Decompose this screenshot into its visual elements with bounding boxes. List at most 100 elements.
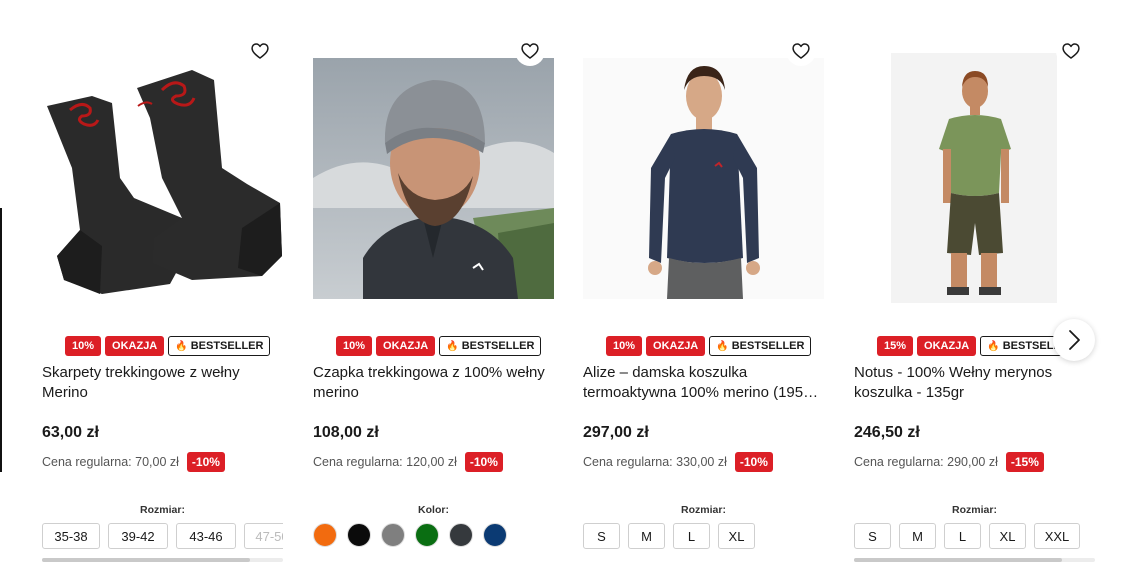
price-discount-badge: -10%: [734, 452, 773, 472]
size-selector: S M L XL XXL: [854, 523, 1095, 549]
size-selector: S M L XL: [583, 523, 824, 549]
product-image-tshirt: [891, 53, 1057, 303]
deal-badge: OKAZJA: [376, 336, 436, 356]
favorite-button[interactable]: [515, 36, 545, 66]
options-scrollbar[interactable]: [854, 558, 1095, 562]
product-image[interactable]: [891, 53, 1057, 303]
options-scrollbar[interactable]: [42, 558, 283, 562]
price-discount-badge: -10%: [464, 452, 503, 472]
chevron-right-icon: [1069, 330, 1080, 350]
product-price: 297,00 zł: [583, 424, 649, 441]
heart-outline-icon: [521, 43, 539, 59]
color-selector: [313, 523, 507, 547]
scrollbar-thumb[interactable]: [42, 558, 250, 562]
flame-icon: 🔥: [175, 340, 188, 352]
size-option[interactable]: 39-42: [108, 523, 168, 549]
option-label: Rozmiar:: [681, 504, 726, 516]
color-swatch[interactable]: [415, 523, 439, 547]
size-option[interactable]: XL: [989, 523, 1026, 549]
badge-label: BESTSELLER: [461, 340, 535, 352]
discount-badge: 10%: [606, 336, 643, 356]
product-title[interactable]: Skarpety trekkingowe z wełny Merino: [42, 363, 283, 403]
scrollbar-thumb[interactable]: [854, 558, 1062, 562]
badge-row: 10% OKAZJA 🔥 BESTSELLER: [336, 336, 542, 356]
size-option[interactable]: S: [854, 523, 891, 549]
regular-price-row: Cena regularna: 330,00 zł -10%: [583, 452, 773, 472]
product-card[interactable]: 10% OKAZJA 🔥 BESTSELLER Skarpety trekkingowe…: [42, 0, 283, 586]
color-swatch[interactable]: [483, 523, 507, 547]
price-discount-badge: -15%: [1005, 452, 1044, 472]
regular-price-row: Cena regularna: 70,00 zł -10%: [42, 452, 225, 472]
deal-badge: OKAZJA: [646, 336, 706, 356]
discount-badge: 10%: [336, 336, 373, 356]
bestseller-badge: 🔥 BESTSELLER: [439, 336, 542, 356]
badge-label: OKAZJA: [653, 340, 699, 352]
product-image[interactable]: [583, 58, 824, 299]
product-price: 246,50 zł: [854, 424, 920, 441]
badge-row: 10% OKAZJA 🔥 BESTSELLER: [65, 336, 271, 356]
color-swatch[interactable]: [449, 523, 473, 547]
badge-label: BESTSELLER: [731, 340, 805, 352]
heart-outline-icon: [1062, 43, 1080, 59]
left-edge-divider: [0, 208, 2, 472]
size-option[interactable]: L: [944, 523, 981, 549]
size-option[interactable]: 43-46: [176, 523, 236, 549]
badge-row: 15% OKAZJA 🔥 BESTSELLER: [877, 336, 1083, 356]
product-title[interactable]: Alize – damska koszulka termoaktywna 100…: [583, 363, 824, 403]
color-swatch[interactable]: [313, 523, 337, 547]
product-card[interactable]: 10% OKAZJA 🔥 BESTSELLER Czapka trekkingowa z…: [313, 0, 554, 586]
product-card[interactable]: 15% OKAZJA 🔥 BESTSELLER Notus - 100% Wełny m…: [854, 0, 1095, 586]
discount-badge: 10%: [65, 336, 102, 356]
badge-label: 10%: [343, 340, 366, 352]
product-image[interactable]: [313, 58, 554, 299]
option-label: Rozmiar:: [952, 504, 997, 516]
flame-icon: 🔥: [987, 340, 1000, 352]
size-option[interactable]: M: [628, 523, 665, 549]
carousel-next-button[interactable]: [1053, 319, 1095, 361]
flame-icon: 🔥: [446, 340, 459, 352]
size-selector: 35-38 39-42 43-46 47-50: [42, 523, 283, 549]
size-option[interactable]: XL: [718, 523, 755, 549]
size-option[interactable]: 35-38: [42, 523, 100, 549]
product-image-beanie: [313, 58, 554, 299]
regular-price-row: Cena regularna: 120,00 zł -10%: [313, 452, 503, 472]
size-option[interactable]: L: [673, 523, 710, 549]
product-card[interactable]: 10% OKAZJA 🔥 BESTSELLER Alize – damska koszu…: [583, 0, 824, 586]
regular-price: Cena regularna: 120,00 zł: [313, 455, 457, 469]
size-option[interactable]: XXL: [1034, 523, 1080, 549]
favorite-button[interactable]: [1056, 36, 1086, 66]
regular-price: Cena regularna: 290,00 zł: [854, 455, 998, 469]
size-option[interactable]: 47-50: [244, 523, 283, 549]
size-option[interactable]: M: [899, 523, 936, 549]
color-swatch[interactable]: [347, 523, 371, 547]
product-image[interactable]: [42, 58, 283, 299]
product-title[interactable]: Czapka trekkingowa z 100% wełny merino: [313, 363, 554, 403]
option-label: Kolor:: [418, 504, 449, 516]
badge-label: OKAZJA: [383, 340, 429, 352]
badge-label: 15%: [884, 340, 907, 352]
size-option[interactable]: S: [583, 523, 620, 549]
carousel-edge-mask: [1097, 0, 1139, 586]
heart-outline-icon: [251, 43, 269, 59]
deal-badge: OKAZJA: [917, 336, 977, 356]
heart-outline-icon: [792, 43, 810, 59]
badge-label: 10%: [72, 340, 95, 352]
favorite-button[interactable]: [245, 36, 275, 66]
badge-label: OKAZJA: [924, 340, 970, 352]
option-label: Rozmiar:: [140, 504, 185, 516]
color-swatch[interactable]: [381, 523, 405, 547]
flame-icon: 🔥: [716, 340, 729, 352]
product-image-socks: [42, 58, 283, 299]
product-price: 108,00 zł: [313, 424, 379, 441]
bestseller-badge: 🔥 BESTSELLER: [168, 336, 271, 356]
badge-row: 10% OKAZJA 🔥 BESTSELLER: [606, 336, 812, 356]
product-title[interactable]: Notus - 100% Wełny merynos koszulka - 13…: [854, 363, 1095, 403]
favorite-button[interactable]: [786, 36, 816, 66]
discount-badge: 15%: [877, 336, 914, 356]
bestseller-badge: 🔥 BESTSELLER: [709, 336, 812, 356]
badge-label: OKAZJA: [112, 340, 158, 352]
badge-label: BESTSELLER: [190, 340, 264, 352]
regular-price: Cena regularna: 70,00 zł: [42, 455, 179, 469]
deal-badge: OKAZJA: [105, 336, 165, 356]
product-image-longsleeve: [583, 58, 824, 299]
